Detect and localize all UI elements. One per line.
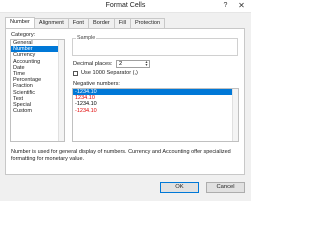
cancel-button[interactable]: Cancel [206,182,245,193]
tab-protection[interactable]: Protection [129,18,166,28]
sample-box: Sample [72,35,238,56]
category-list[interactable]: General Number Currency Accounting Date … [10,39,65,142]
tab-number[interactable]: Number [5,17,35,28]
thousand-separator-checkbox[interactable] [73,71,78,76]
close-icon[interactable]: ✕ [236,1,247,11]
thousand-separator-label[interactable]: Use 1000 Separator (,) [81,70,138,76]
decimal-places-label: Decimal places: [73,61,113,67]
negative-numbers-list[interactable]: -1234.10 1234.10 -1234.10 -1234.10 [72,88,239,142]
format-description: Number is used for general display of nu… [11,149,231,162]
tab-fill[interactable]: Fill [113,18,131,28]
title-bar: Format Cells ? ✕ [0,0,251,13]
negative-format-item[interactable]: -1234.10 [73,108,238,114]
help-icon[interactable]: ? [220,1,231,11]
category-label: Category: [11,32,36,38]
negative-numbers-scrollbar[interactable] [232,89,238,141]
category-scrollbar[interactable] [58,40,64,141]
sample-label: Sample [76,35,97,41]
ok-button[interactable]: OK [160,182,199,193]
tab-strip: Number Alignment Font Border Fill Protec… [5,17,166,28]
decimal-places-value: 2 [119,61,123,67]
negative-numbers-label: Negative numbers: [73,81,120,87]
format-cells-dialog: Format Cells ? ✕ Number Alignment Font B… [0,0,251,201]
number-tab-panel: Category: General Number Currency Accoun… [5,28,245,175]
tab-font[interactable]: Font [67,18,89,28]
tab-alignment[interactable]: Alignment [33,18,69,28]
decimal-places-stepper[interactable]: 2 ▲ ▼ [116,60,150,68]
category-item-custom[interactable]: Custom [11,108,64,114]
dialog-title: Format Cells [105,2,146,9]
tab-border[interactable]: Border [87,18,115,28]
spin-arrows-icon[interactable]: ▲ ▼ [144,60,149,67]
